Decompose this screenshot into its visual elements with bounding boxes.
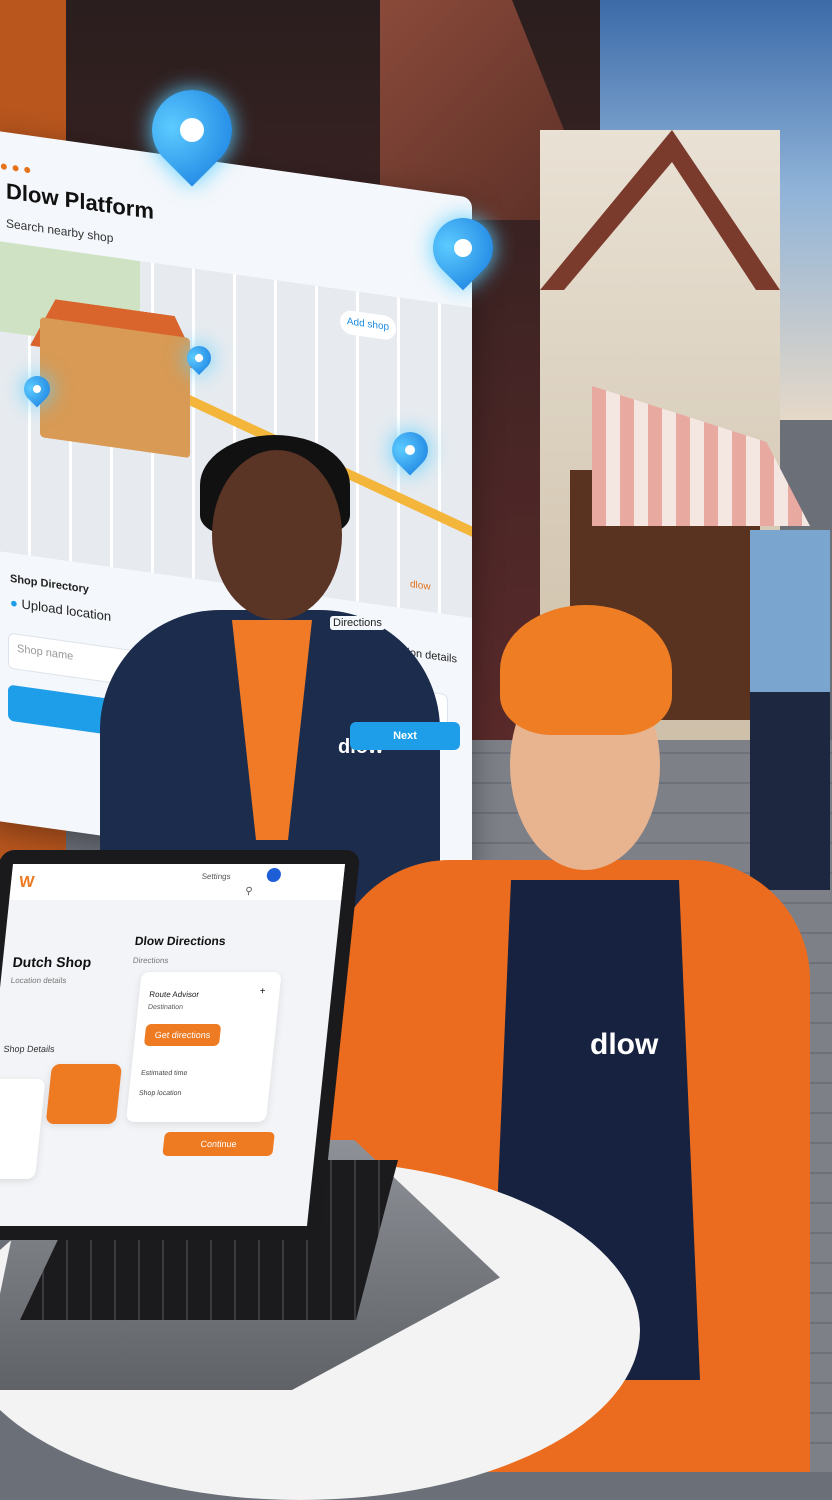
shop-sub: Location details xyxy=(10,976,67,985)
uniform-logo: dlow xyxy=(590,1028,659,1061)
shop-heading: Dutch Shop xyxy=(11,954,93,970)
laptop: W Settings ⚲ Dutch Shop Location details… xyxy=(0,850,361,1240)
app-header xyxy=(9,864,346,900)
plus-icon[interactable]: + xyxy=(259,986,266,997)
section-shop-directory: Shop Directory xyxy=(10,572,89,596)
map-pin-icon: ● xyxy=(10,594,18,611)
estimated-time-row: Estimated time xyxy=(140,1070,188,1077)
search-icon[interactable]: ⚲ xyxy=(245,886,253,897)
location-text: Upload location xyxy=(21,596,112,625)
next-button[interactable]: Next xyxy=(350,722,460,750)
route-card-sub: Destination xyxy=(147,1004,184,1011)
add-shop-button[interactable]: Add shop xyxy=(340,309,396,342)
directions-heading: Dlow Directions xyxy=(134,934,227,948)
shop-details-heading: Shop Details xyxy=(3,1044,56,1054)
continue-button[interactable]: Continue xyxy=(162,1132,275,1156)
location-row: ● Upload location xyxy=(10,595,111,624)
directions-sub: Directions xyxy=(132,956,169,965)
woman-face xyxy=(212,450,342,620)
bystander xyxy=(750,530,830,890)
map-label: dlow xyxy=(410,579,431,593)
shop-location-row: Shop location xyxy=(138,1090,182,1097)
panel-title: Dlow Platform xyxy=(6,178,154,225)
nav-text[interactable]: Settings xyxy=(201,872,231,881)
get-directions-button[interactable]: Get directions xyxy=(143,1024,222,1046)
orange-headwrap xyxy=(500,605,672,735)
app-logo: W xyxy=(18,874,36,891)
route-card-title: Route Advisor xyxy=(148,990,200,999)
shop-card[interactable] xyxy=(0,1079,46,1179)
shop-3d-model xyxy=(40,317,190,459)
shop-key-card[interactable] xyxy=(45,1064,123,1124)
section-directions: Directions xyxy=(330,616,385,630)
panel-subtitle: Search nearby shop xyxy=(6,216,114,246)
laptop-screen[interactable]: W Settings ⚲ Dutch Shop Location details… xyxy=(0,864,346,1226)
route-card: Route Advisor + Destination Get directio… xyxy=(125,972,282,1122)
